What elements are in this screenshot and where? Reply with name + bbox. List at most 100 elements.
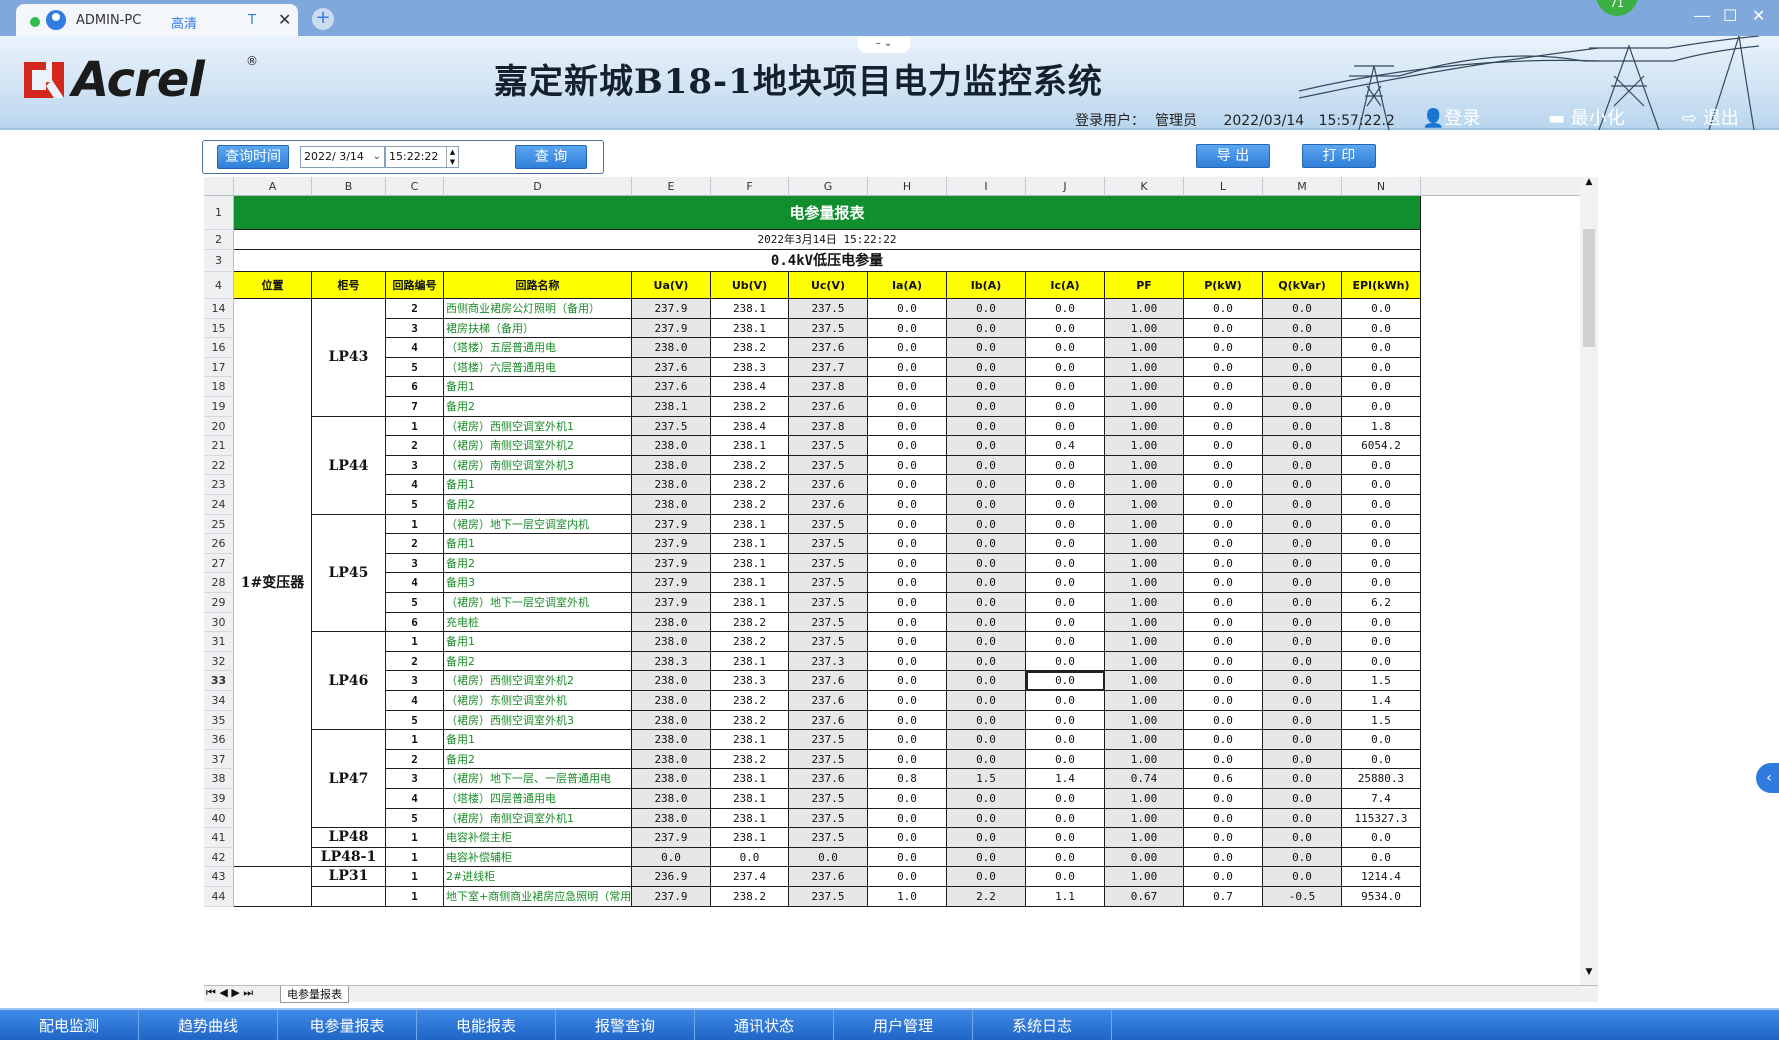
row-header[interactable]: 39 bbox=[204, 789, 234, 809]
measurement-cell[interactable]: -0.5 bbox=[1263, 887, 1342, 907]
measurement-cell[interactable]: 0.0 bbox=[1026, 455, 1105, 476]
measurement-cell[interactable]: 0.0 bbox=[947, 593, 1026, 613]
row-header[interactable]: 28 bbox=[204, 573, 234, 593]
circuit-number[interactable]: 5 bbox=[386, 710, 444, 731]
circuit-number[interactable]: 4 bbox=[386, 691, 444, 711]
measurement-cell[interactable]: 238.1 bbox=[711, 299, 789, 319]
measurement-cell[interactable]: 238.1 bbox=[711, 534, 789, 554]
measurement-cell[interactable]: 236.9 bbox=[632, 867, 711, 887]
measurement-cell[interactable]: 238.0 bbox=[632, 612, 711, 633]
measurement-cell[interactable]: 237.6 bbox=[789, 671, 868, 691]
time-spinner-icon[interactable]: ▲ ▼ bbox=[446, 147, 458, 167]
measurement-cell[interactable]: 238.1 bbox=[711, 573, 789, 593]
measurement-cell[interactable]: 237.9 bbox=[632, 514, 711, 535]
row-header[interactable]: 15 bbox=[204, 318, 234, 339]
measurement-cell[interactable]: 0.0 bbox=[1184, 475, 1263, 495]
measurement-cell[interactable]: 0.0 bbox=[947, 847, 1026, 868]
measurement-cell[interactable]: 0.0 bbox=[868, 828, 947, 848]
measurement-cell[interactable]: 1.00 bbox=[1105, 534, 1184, 554]
circuit-number[interactable]: 3 bbox=[386, 769, 444, 789]
measurement-cell[interactable]: 238.1 bbox=[711, 808, 789, 829]
measurement-cell[interactable]: 0.0 bbox=[868, 789, 947, 809]
measurement-cell[interactable]: 238.1 bbox=[711, 436, 789, 456]
measurement-cell[interactable]: 238.0 bbox=[632, 495, 711, 515]
measurement-cell[interactable]: 0.0 bbox=[1263, 416, 1342, 437]
tab-extra-label[interactable]: T bbox=[248, 13, 256, 28]
measurement-cell[interactable]: 0.0 bbox=[947, 730, 1026, 750]
measurement-cell[interactable]: 6.2 bbox=[1342, 593, 1421, 613]
measurement-cell[interactable]: 237.5 bbox=[789, 730, 868, 750]
circuit-number[interactable]: 4 bbox=[386, 573, 444, 593]
measurement-cell[interactable]: 0.0 bbox=[632, 847, 711, 868]
measurement-cell[interactable]: 0.0 bbox=[1342, 338, 1421, 358]
measurement-cell[interactable]: 0.0 bbox=[868, 475, 947, 495]
circuit-number[interactable]: 3 bbox=[386, 553, 444, 574]
measurement-cell[interactable]: 0.0 bbox=[1263, 338, 1342, 358]
measurement-cell[interactable]: 1.00 bbox=[1105, 436, 1184, 456]
circuit-number[interactable]: 4 bbox=[386, 789, 444, 809]
measurement-cell[interactable]: 0.0 bbox=[868, 730, 947, 750]
measurement-cell[interactable]: 0.7 bbox=[1184, 887, 1263, 907]
logout-button[interactable]: ⇨ 退出 bbox=[1682, 104, 1739, 130]
measurement-cell[interactable]: 238.0 bbox=[632, 671, 711, 691]
measurement-cell[interactable]: 237.5 bbox=[789, 299, 868, 319]
measurement-cell[interactable]: 0.0 bbox=[1263, 671, 1342, 691]
measurement-cell[interactable]: 0.0 bbox=[1184, 534, 1263, 554]
measurement-cell[interactable]: 0.0 bbox=[1263, 357, 1342, 378]
measurement-cell[interactable]: 1.00 bbox=[1105, 377, 1184, 397]
measurement-cell[interactable]: 0.0 bbox=[1184, 808, 1263, 829]
nav-item[interactable]: 系统日志 bbox=[973, 1010, 1112, 1040]
measurement-cell[interactable]: 0.0 bbox=[1026, 789, 1105, 809]
row-header[interactable]: 26 bbox=[204, 534, 234, 554]
measurement-cell[interactable]: 0.0 bbox=[868, 808, 947, 829]
measurement-cell[interactable]: 0.0 bbox=[947, 514, 1026, 535]
measurement-cell[interactable]: 0.0 bbox=[1026, 847, 1105, 868]
measurement-cell[interactable]: 0.0 bbox=[1026, 299, 1105, 319]
column-header-h[interactable]: H bbox=[868, 177, 947, 196]
circuit-name[interactable]: 2#进线柜 bbox=[444, 867, 632, 887]
measurement-cell[interactable]: 0.0 bbox=[1263, 769, 1342, 789]
measurement-cell[interactable]: 238.2 bbox=[711, 710, 789, 731]
measurement-cell[interactable]: 0.0 bbox=[1263, 710, 1342, 731]
measurement-cell[interactable]: 0.0 bbox=[1184, 318, 1263, 339]
measurement-cell[interactable]: 0.0 bbox=[1184, 867, 1263, 887]
print-button[interactable]: 打 印 bbox=[1302, 144, 1376, 168]
row-header[interactable]: 43 bbox=[204, 867, 234, 887]
circuit-number[interactable]: 2 bbox=[386, 534, 444, 554]
circuit-number[interactable]: 6 bbox=[386, 377, 444, 397]
measurement-cell[interactable]: 1.00 bbox=[1105, 691, 1184, 711]
measurement-cell[interactable]: 1.00 bbox=[1105, 416, 1184, 437]
measurement-cell[interactable]: 0.0 bbox=[1184, 573, 1263, 593]
measurement-cell[interactable]: 238.0 bbox=[632, 769, 711, 789]
circuit-number[interactable]: 1 bbox=[386, 514, 444, 535]
cabinet-cell[interactable]: LP44 bbox=[312, 416, 386, 515]
measurement-cell[interactable]: 237.5 bbox=[789, 534, 868, 554]
measurement-cell[interactable]: 0.0 bbox=[947, 808, 1026, 829]
measurement-cell[interactable]: 0.0 bbox=[1263, 475, 1342, 495]
measurement-cell[interactable]: 238.0 bbox=[632, 632, 711, 652]
measurement-cell[interactable]: 0.0 bbox=[1342, 357, 1421, 378]
cabinet-cell[interactable]: LP48 bbox=[312, 828, 386, 848]
measurement-cell[interactable]: 0.0 bbox=[1184, 691, 1263, 711]
cabinet-cell[interactable]: LP48-1 bbox=[312, 847, 386, 868]
measurement-cell[interactable]: 237.5 bbox=[789, 789, 868, 809]
circuit-name[interactable]: （裙房）西侧空调室外机3 bbox=[444, 710, 632, 731]
row-header[interactable]: 38 bbox=[204, 769, 234, 789]
row-header[interactable]: 20 bbox=[204, 416, 234, 437]
measurement-cell[interactable]: 0.0 bbox=[947, 495, 1026, 515]
column-header-m[interactable]: M bbox=[1263, 177, 1342, 196]
measurement-cell[interactable]: 238.2 bbox=[711, 475, 789, 495]
measurement-cell[interactable]: 0.0 bbox=[1184, 612, 1263, 633]
circuit-name[interactable]: 地下室+商侧商业裙房应急照明（常用） bbox=[444, 887, 632, 907]
nav-item[interactable]: 电参量报表 bbox=[278, 1010, 417, 1040]
measurement-cell[interactable]: 0.00 bbox=[1105, 847, 1184, 868]
measurement-cell[interactable]: 0.0 bbox=[947, 397, 1026, 417]
measurement-cell[interactable]: 1214.4 bbox=[1342, 867, 1421, 887]
measurement-cell[interactable]: 238.1 bbox=[711, 828, 789, 848]
measurement-cell[interactable]: 238.0 bbox=[632, 338, 711, 358]
measurement-cell[interactable]: 1.00 bbox=[1105, 612, 1184, 633]
measurement-cell[interactable]: 0.0 bbox=[1263, 612, 1342, 633]
measurement-cell[interactable]: 0.0 bbox=[1026, 671, 1105, 691]
measurement-cell[interactable]: 1.00 bbox=[1105, 299, 1184, 319]
measurement-cell[interactable]: 0.0 bbox=[1026, 749, 1105, 770]
